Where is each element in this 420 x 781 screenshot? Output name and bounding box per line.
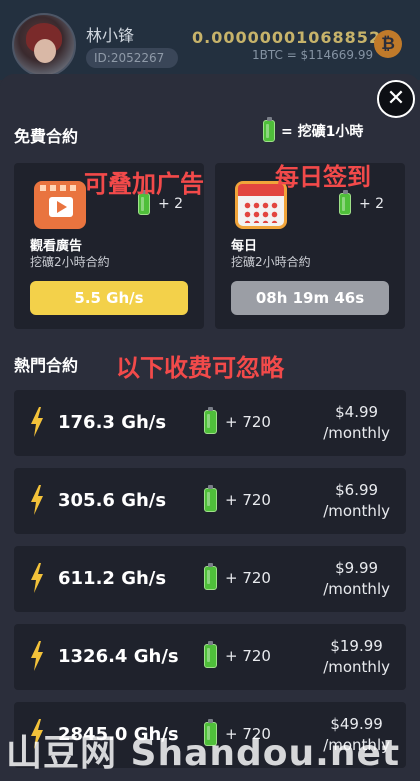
card-bonus: + 2 bbox=[339, 190, 385, 215]
plan-speed: 305.6 Gh/s bbox=[58, 490, 167, 511]
annotation-ads: 可叠加广告 bbox=[84, 170, 204, 198]
price-period: /monthly bbox=[323, 502, 390, 520]
price-amount: $9.99 bbox=[335, 559, 379, 577]
annotation-paid: 以下收费可忽略 bbox=[116, 354, 284, 382]
top-header: 林小锋 ID:2052267 0.000000010688526 1BTC = … bbox=[0, 0, 420, 80]
plan-price: $9.99 /monthly bbox=[323, 558, 390, 600]
plan-row[interactable]: 305.6 Gh/s + 720 $6.99 /monthly bbox=[14, 468, 406, 534]
plan-bonus: + 720 bbox=[204, 485, 271, 512]
price-period: /monthly bbox=[323, 658, 390, 676]
price-amount: $19.99 bbox=[330, 637, 383, 655]
plan-bonus: + 720 bbox=[204, 563, 271, 590]
calendar-grid bbox=[243, 201, 279, 223]
bitcoin-icon[interactable]: ₿ bbox=[374, 30, 402, 58]
plan-speed: 1326.4 Gh/s bbox=[58, 646, 179, 667]
price-amount: $6.99 bbox=[335, 481, 379, 499]
battery-icon bbox=[263, 117, 275, 142]
bonus-text: + 2 bbox=[359, 196, 385, 212]
card-subtitle: 挖礦2小時合約 bbox=[231, 255, 311, 269]
plan-bonus: + 720 bbox=[204, 641, 271, 668]
video-strip bbox=[40, 185, 80, 191]
battery-icon bbox=[204, 641, 217, 668]
plan-price: $6.99 /monthly bbox=[323, 480, 390, 522]
annotation-daily: 每日签到 bbox=[275, 163, 371, 191]
user-id-badge: ID:2052267 bbox=[86, 48, 178, 68]
plan-bonus-text: + 720 bbox=[225, 569, 271, 587]
battery-icon bbox=[204, 485, 217, 512]
price-period: /monthly bbox=[323, 580, 390, 598]
avatar[interactable] bbox=[12, 13, 76, 77]
plan-bonus-text: + 720 bbox=[225, 413, 271, 431]
avatar-face bbox=[34, 39, 56, 63]
watermark: 山豆网 Shandou.net bbox=[6, 733, 401, 774]
plan-price: $4.99 /monthly bbox=[323, 402, 390, 444]
legend: = 挖礦1小時 bbox=[263, 117, 364, 144]
plan-row[interactable]: 176.3 Gh/s + 720 $4.99 /monthly bbox=[14, 390, 406, 456]
legend-text: = 挖礦1小時 bbox=[281, 124, 364, 140]
btc-rate: 1BTC = $114669.99 bbox=[252, 48, 374, 62]
plan-speed: 176.3 Gh/s bbox=[58, 412, 167, 433]
lightning-icon bbox=[31, 563, 43, 593]
video-play-icon bbox=[34, 181, 86, 229]
plan-bonus: + 720 bbox=[204, 407, 271, 434]
btc-balance: 0.000000010688526 bbox=[192, 28, 394, 47]
plan-speed: 611.2 Gh/s bbox=[58, 568, 167, 589]
price-amount: $4.99 bbox=[335, 403, 379, 421]
play-icon bbox=[49, 197, 73, 217]
close-button[interactable]: ✕ bbox=[377, 80, 415, 118]
lightning-icon bbox=[31, 641, 43, 671]
daily-countdown-button[interactable]: 08h 19m 46s bbox=[231, 281, 389, 315]
hot-section-title: 熱門合約 bbox=[14, 356, 79, 375]
card-title: 每日 bbox=[231, 239, 258, 254]
plan-row[interactable]: 1326.4 Gh/s + 720 $19.99 /monthly bbox=[14, 624, 406, 690]
battery-icon bbox=[204, 563, 217, 590]
plan-bonus-text: + 720 bbox=[225, 647, 271, 665]
plan-bonus-text: + 720 bbox=[225, 491, 271, 509]
card-title: 觀看廣告 bbox=[30, 239, 83, 254]
plan-row[interactable]: 611.2 Gh/s + 720 $9.99 /monthly bbox=[14, 546, 406, 612]
battery-icon bbox=[339, 190, 351, 215]
lightning-icon bbox=[31, 485, 43, 515]
watch-ad-button[interactable]: 5.5 Gh/s bbox=[30, 281, 188, 315]
lightning-icon bbox=[31, 407, 43, 437]
plan-price: $19.99 /monthly bbox=[323, 636, 390, 678]
free-section-title: 免費合約 bbox=[14, 127, 79, 146]
price-period: /monthly bbox=[323, 424, 390, 442]
battery-icon bbox=[204, 407, 217, 434]
card-subtitle: 挖礦2小時合約 bbox=[30, 255, 110, 269]
username: 林小锋 bbox=[86, 26, 135, 45]
